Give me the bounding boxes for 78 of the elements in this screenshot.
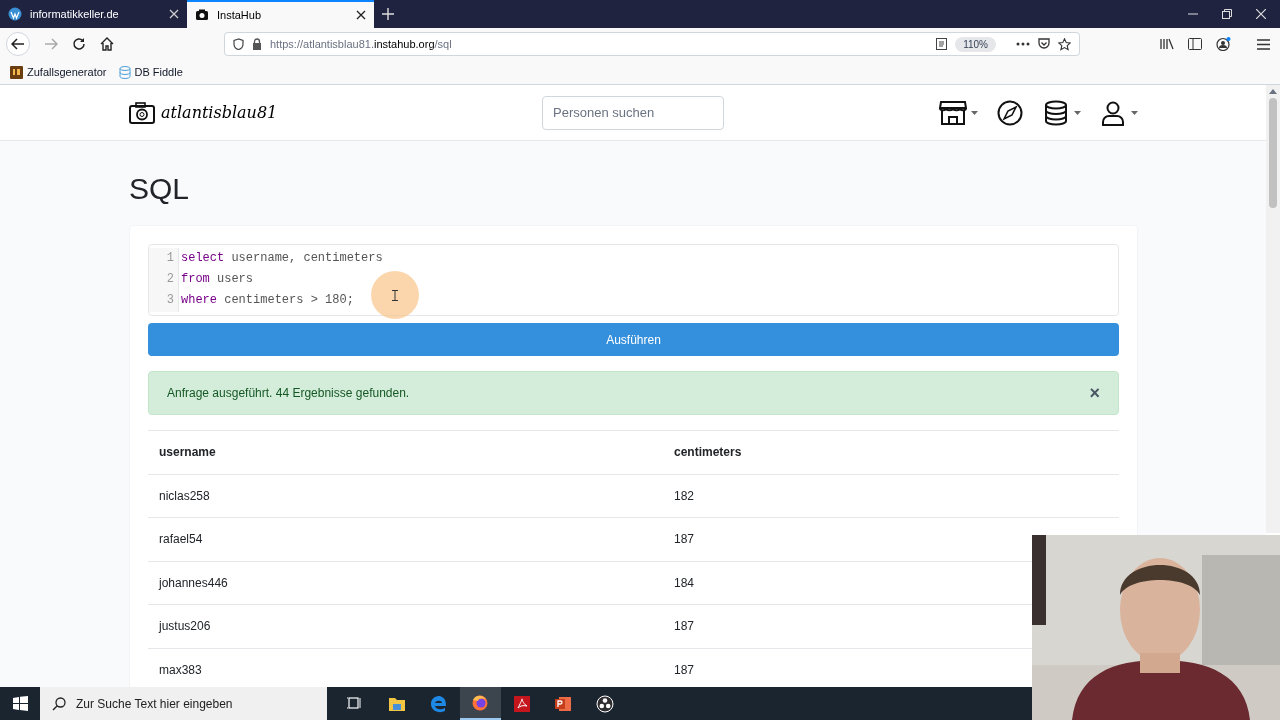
reload-icon[interactable] [72, 37, 86, 51]
scrollbar[interactable] [1266, 85, 1280, 533]
user-icon [1099, 99, 1127, 126]
column-header: centimeters [673, 444, 743, 462]
caret-icon [1131, 110, 1138, 115]
bookmark-item[interactable]: Zufallsgenerator [10, 63, 107, 81]
pocket-icon[interactable] [1038, 38, 1050, 50]
table-cell-text: max383 [158, 661, 203, 679]
camera-icon [195, 8, 209, 22]
table-cell-text: niclas258 [158, 487, 211, 505]
line-number: 2 [166, 271, 174, 288]
code-line: select username, centimeters [181, 250, 383, 267]
column-header: username [158, 444, 217, 462]
table-cell-text: johannes446 [157, 574, 229, 592]
pdf-document-icon [512, 694, 531, 713]
menu-icon[interactable] [1257, 38, 1270, 50]
back-arrow-icon [11, 38, 25, 50]
brand-name[interactable]: atlantisblau81 [161, 100, 278, 125]
more-icon[interactable] [1016, 42, 1030, 46]
text-cursor-icon [392, 289, 398, 301]
home-icon[interactable] [100, 37, 114, 51]
search-placeholder: Zur Suche Text hier eingeben [76, 695, 233, 713]
wordpress-logo-icon [8, 7, 22, 21]
alert-message: Anfrage ausgeführt. 44 Ergebnisse gefunden. [167, 385, 411, 402]
bookmark-item[interactable]: DB Fiddle [118, 63, 183, 81]
database-menu[interactable] [1042, 99, 1081, 126]
database-icon [1042, 99, 1070, 126]
table-cell-text: 184 [673, 574, 696, 592]
compass-menu[interactable] [996, 99, 1024, 126]
table-cell-text: 187 [673, 531, 696, 549]
lock-icon [252, 38, 262, 50]
taskbar-app[interactable] [459, 687, 501, 720]
close-icon[interactable] [356, 10, 366, 20]
zoom-level[interactable]: 110% [955, 36, 996, 52]
reader-view-icon[interactable] [936, 38, 948, 50]
search-field[interactable]: Personen suchen [542, 95, 724, 130]
code-editor[interactable]: 1 2 3 select username, centimeters from users where centimeters > 180; [148, 244, 1119, 316]
camera-icon [129, 101, 155, 124]
back-button[interactable] [6, 32, 30, 56]
sidebar-icon[interactable] [1188, 38, 1202, 50]
close-button[interactable]: × [1089, 384, 1100, 402]
caret-icon [1074, 110, 1081, 115]
fox-globe-icon [471, 693, 490, 712]
new-tab-icon[interactable] [382, 8, 394, 20]
shop-icon [939, 99, 967, 126]
search-icon [52, 696, 66, 711]
browser-e-icon [429, 694, 448, 713]
table-cell-text: rafael54 [158, 531, 204, 549]
restore-icon[interactable] [1222, 9, 1232, 19]
code-line: from users [181, 271, 255, 288]
caret-icon [971, 110, 978, 115]
page-heading: SQL [129, 171, 191, 207]
windows-logo-icon [12, 696, 28, 711]
line-number: 1 [166, 250, 174, 267]
compass-icon [996, 99, 1024, 126]
database-icon [118, 65, 131, 79]
tab-title: InstaHub [217, 7, 263, 23]
taskbar-search[interactable]: Zur Suche Text hier eingeben [40, 687, 327, 720]
line-number: 3 [166, 292, 174, 309]
browser-tab[interactable]: InstaHub [187, 0, 374, 28]
user-menu[interactable] [1099, 99, 1138, 126]
address-bar[interactable]: https://atlantisblau81.instahub.org/sql 110% [224, 32, 1080, 56]
tab-title: informatikkeller.de [30, 6, 120, 22]
library-icon[interactable] [1160, 38, 1174, 50]
shop-menu[interactable] [939, 99, 978, 126]
table-cell-text: justus206 [157, 618, 212, 636]
browser-tab[interactable]: informatikkeller.de [0, 0, 187, 28]
shield-icon [233, 38, 244, 50]
account-icon[interactable] [1216, 37, 1231, 51]
url-text: https://atlantisblau81.instahub.org/sql [270, 36, 453, 52]
table-cell-text: 187 [673, 661, 696, 679]
table-cell-text: 182 [673, 487, 696, 505]
slides-icon [554, 694, 573, 713]
bookmark-logo-icon [10, 65, 23, 79]
code-line: where centimeters > 180; [181, 292, 355, 309]
table-cell-text: 187 [673, 618, 696, 636]
star-icon[interactable] [1058, 37, 1071, 51]
record-circle-icon [595, 694, 614, 713]
